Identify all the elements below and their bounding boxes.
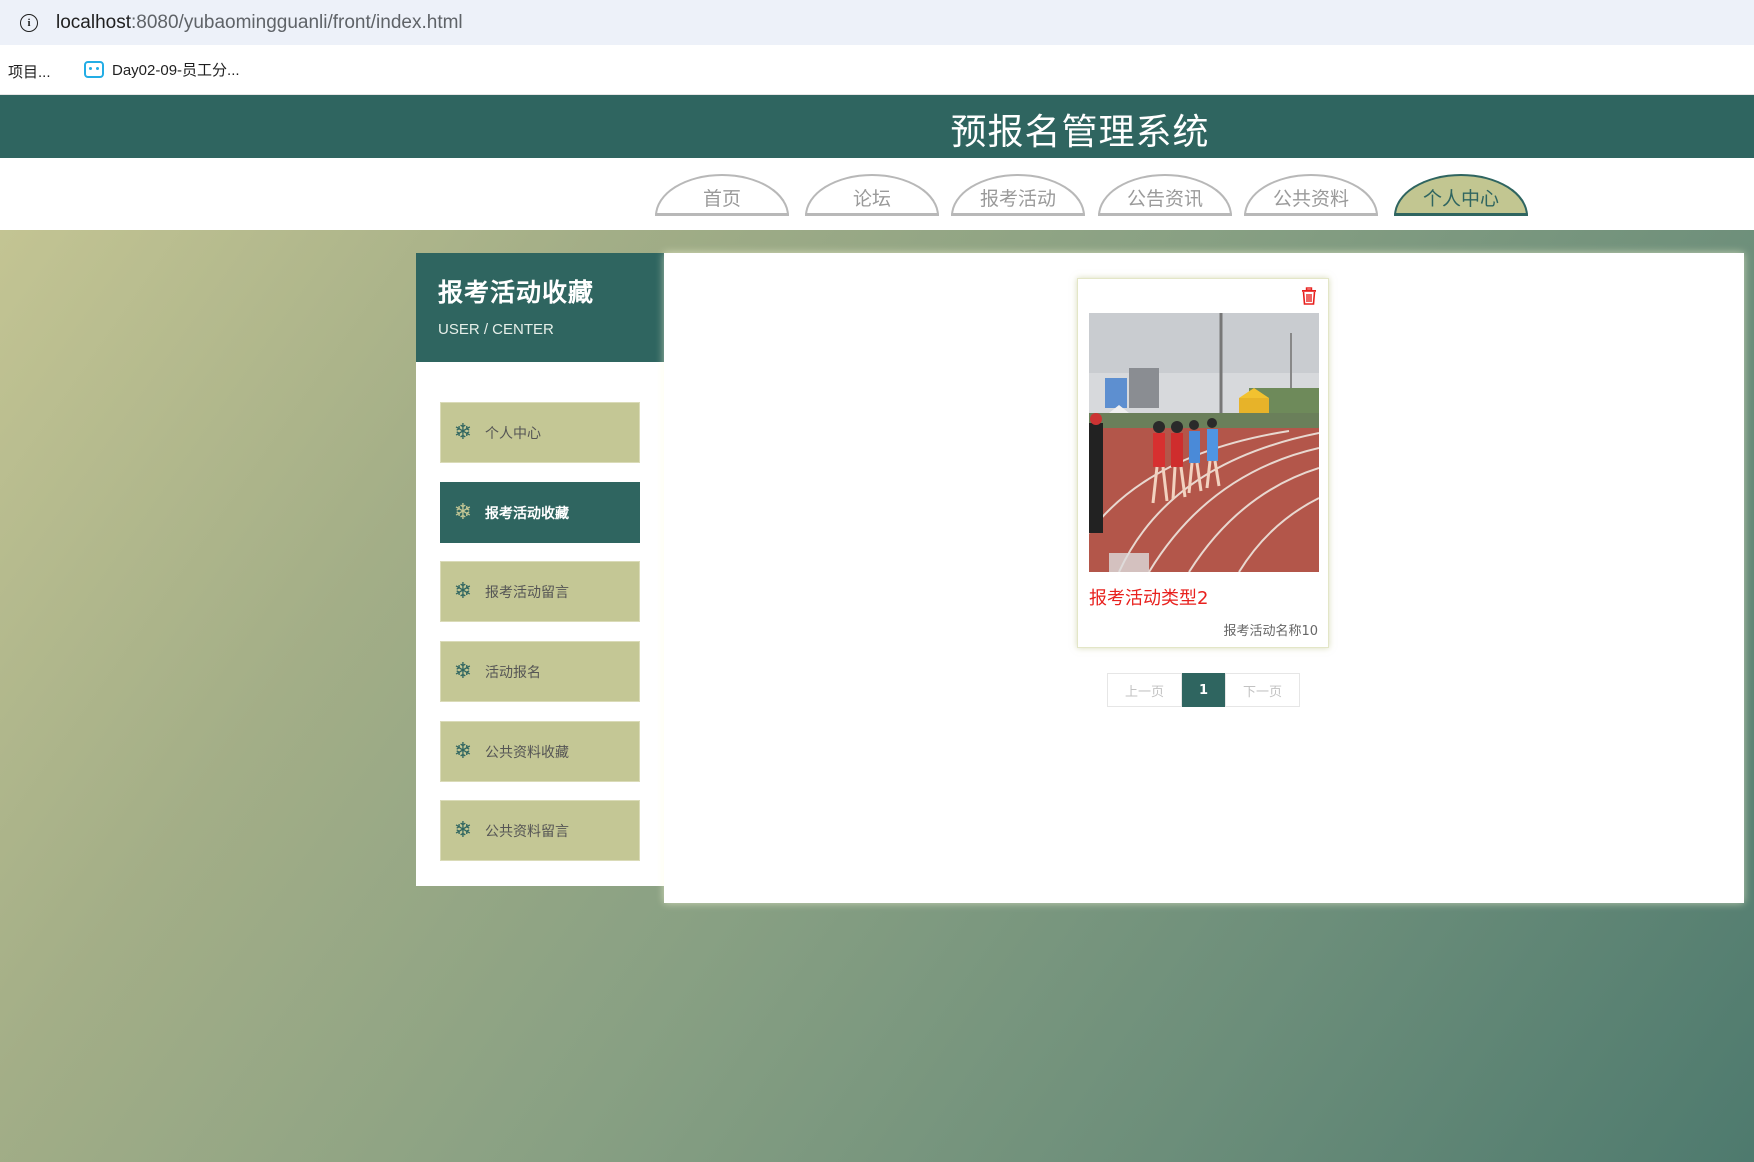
bilibili-icon — [84, 61, 104, 78]
bookmark-label: Day02-09-员工分... — [112, 62, 240, 79]
nav-tab-public-materials[interactable]: 公共资料 — [1244, 174, 1378, 216]
nav-tab-exam-activities[interactable]: 报考活动 — [951, 174, 1085, 216]
sidebar-item-label: 报考活动收藏 — [485, 505, 569, 522]
snowflake-icon: ❄ — [453, 817, 473, 843]
sidebar-item-personal-center[interactable]: ❄ 个人中心 — [440, 402, 640, 463]
nav-tab-forum[interactable]: 论坛 — [805, 174, 939, 216]
bookmark-item[interactable]: Day02-09-员工分... — [84, 59, 240, 80]
snowflake-icon: ❄ — [453, 419, 473, 445]
sidebar-item-label: 公共资料收藏 — [485, 744, 569, 761]
bookmark-label: 项目... — [8, 64, 51, 81]
bookmarks-bar: 项目... Day02-09-员工分... — [0, 45, 1754, 95]
sidebar-item-label: 个人中心 — [485, 425, 541, 442]
nav-tab-announcements[interactable]: 公告资讯 — [1098, 174, 1232, 216]
site-title: 预报名管理系统 — [950, 112, 1210, 153]
nav-tab-personal-center[interactable]: 个人中心 — [1394, 174, 1528, 216]
main-nav: 首页 论坛 报考活动 公告资讯 公共资料 个人中心 — [0, 158, 1754, 230]
sidebar-item-activity-messages[interactable]: ❄ 报考活动留言 — [440, 561, 640, 622]
url-field[interactable]: i localhost:8080/yubaomingguanli/front/i… — [8, 6, 1754, 40]
activity-photo[interactable] — [1089, 313, 1319, 572]
sidebar-subtitle: USER / CENTER — [438, 321, 554, 338]
prev-page-button[interactable]: 上一页 — [1107, 673, 1182, 707]
trash-icon[interactable] — [1300, 287, 1318, 305]
snowflake-icon: ❄ — [453, 499, 473, 525]
url-text: localhost:8080/yubaomingguanli/front/ind… — [56, 12, 463, 33]
nav-tab-home[interactable]: 首页 — [655, 174, 789, 216]
bookmark-item[interactable]: 项目... — [8, 61, 51, 82]
site-header: 预报名管理系统 — [0, 95, 1754, 158]
sidebar-item-label: 报考活动留言 — [485, 584, 569, 601]
page-number-button[interactable]: 1 — [1182, 673, 1225, 707]
content-panel: 报考活动类型2 报考活动名称10 上一页 1 下一页 — [664, 253, 1744, 903]
snowflake-icon: ❄ — [453, 658, 473, 684]
site-info-icon[interactable]: i — [20, 14, 38, 32]
sidebar-item-activity-registration[interactable]: ❄ 活动报名 — [440, 641, 640, 702]
next-page-button[interactable]: 下一页 — [1225, 673, 1300, 707]
sidebar-item-label: 公共资料留言 — [485, 823, 569, 840]
sidebar-item-label: 活动报名 — [485, 664, 541, 681]
sidebar-item-activity-favorites[interactable]: ❄ 报考活动收藏 — [440, 482, 640, 543]
sidebar: 报考活动收藏 USER / CENTER ❄ 个人中心 ❄ 报考活动收藏 ❄ 报… — [416, 253, 664, 886]
browser-address-bar: i localhost:8080/yubaomingguanli/front/i… — [0, 0, 1754, 45]
snowflake-icon: ❄ — [453, 578, 473, 604]
sidebar-header: 报考活动收藏 USER / CENTER — [416, 253, 664, 362]
snowflake-icon: ❄ — [453, 738, 473, 764]
activity-name: 报考活动名称10 — [1223, 624, 1318, 639]
pagination: 上一页 1 下一页 — [1107, 673, 1300, 707]
running-track-photo — [1089, 313, 1319, 572]
sidebar-item-material-messages[interactable]: ❄ 公共资料留言 — [440, 800, 640, 861]
sidebar-item-material-favorites[interactable]: ❄ 公共资料收藏 — [440, 721, 640, 782]
activity-type[interactable]: 报考活动类型2 — [1089, 584, 1208, 610]
favorite-card[interactable]: 报考活动类型2 报考活动名称10 — [1077, 278, 1329, 648]
sidebar-title: 报考活动收藏 — [438, 278, 595, 307]
